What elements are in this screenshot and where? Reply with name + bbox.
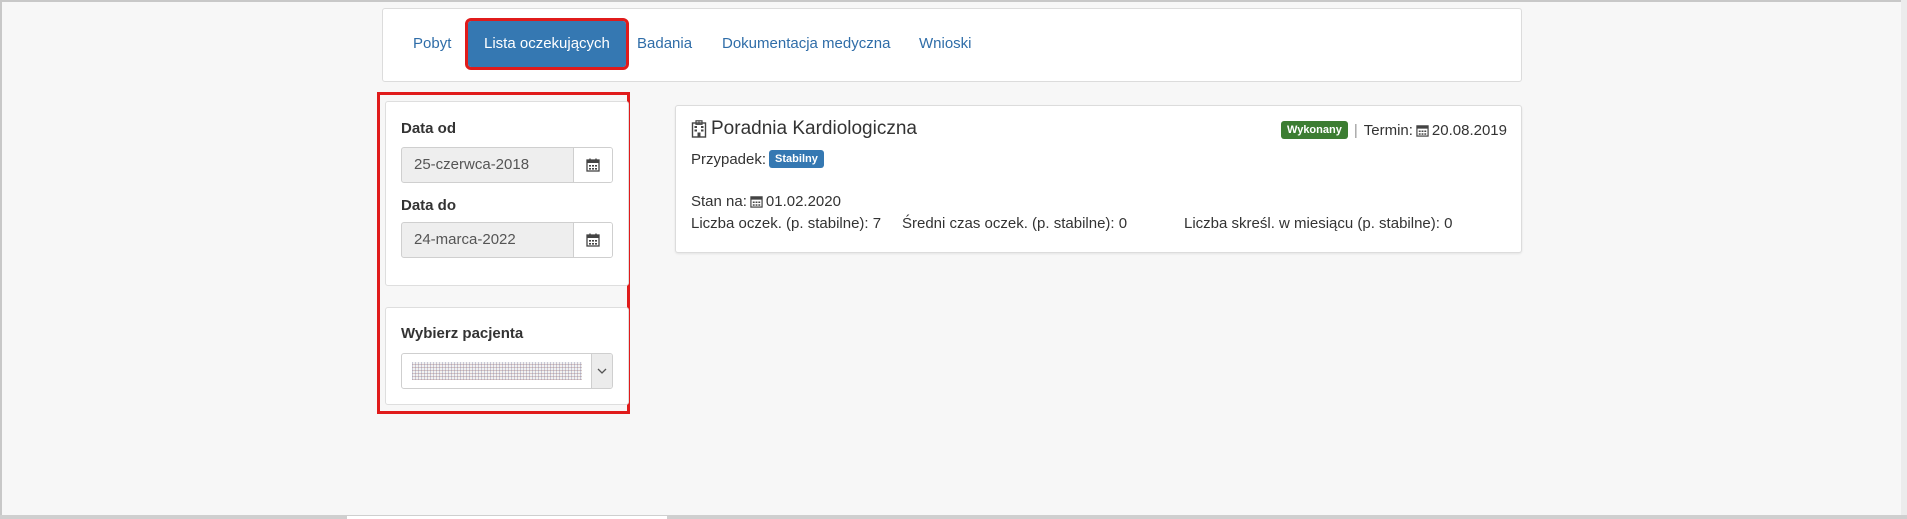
hospital-icon bbox=[691, 120, 707, 138]
case-info: Przypadek: Stabilny bbox=[691, 150, 824, 168]
calendar-icon bbox=[750, 195, 763, 208]
stan-label: Stan na: bbox=[691, 193, 747, 210]
frame-edge bbox=[1901, 0, 1907, 519]
chevron-down-icon[interactable] bbox=[591, 354, 612, 388]
calendar-icon[interactable] bbox=[573, 223, 612, 257]
stat-waiting-count: Liczba oczek. (p. stabilne): 7 bbox=[691, 215, 882, 232]
clinic-name: Poradnia Kardiologiczna bbox=[711, 118, 917, 139]
top-nav: Pobyt Lista oczekujących Badania Dokumen… bbox=[382, 8, 1522, 82]
obscured-patient-name bbox=[412, 362, 582, 380]
tab-dokumentacja-medyczna[interactable]: Dokumentacja medyczna bbox=[722, 21, 890, 67]
clinic-card: Poradnia Kardiologiczna Wykonany | Termi… bbox=[675, 105, 1522, 253]
clinic-title: Poradnia Kardiologiczna bbox=[691, 118, 917, 140]
date-to-value: 24-marca-2022 bbox=[414, 231, 516, 248]
patient-filter-card: Wybierz pacjenta bbox=[385, 307, 629, 405]
date-to-label: Data do bbox=[401, 197, 457, 214]
term-date: 20.08.2019 bbox=[1431, 121, 1507, 139]
calendar-icon[interactable] bbox=[573, 148, 612, 182]
tab-lista-oczekujacych[interactable]: Lista oczekujących bbox=[465, 18, 629, 70]
status-badge: Wykonany bbox=[1281, 121, 1348, 139]
term-info: Wykonany | Termin: 20.08.2019 bbox=[1281, 121, 1507, 139]
calendar-icon bbox=[1416, 124, 1429, 137]
date-to-field[interactable]: 24-marca-2022 bbox=[401, 222, 613, 258]
tab-pobyt[interactable]: Pobyt bbox=[413, 21, 451, 67]
date-from-value: 25-czerwca-2018 bbox=[414, 156, 530, 173]
date-from-label: Data od bbox=[401, 120, 457, 137]
case-label: Przypadek: bbox=[691, 150, 767, 168]
tab-badania[interactable]: Badania bbox=[637, 21, 692, 67]
date-filter-card: Data od 25-czerwca-2018 Data do 24-marca… bbox=[385, 101, 629, 286]
frame-bottom-edge bbox=[0, 515, 1907, 519]
case-badge: Stabilny bbox=[769, 150, 824, 168]
date-from-field[interactable]: 25-czerwca-2018 bbox=[401, 147, 613, 183]
stat-average-wait: Średni czas oczek. (p. stabilne): 0 bbox=[902, 215, 1128, 232]
stat-removed-monthly: Liczba skreśl. w miesiącu (p. stabilne):… bbox=[1184, 215, 1453, 232]
stan-info: Stan na: 01.02.2020 bbox=[691, 193, 841, 210]
stan-date: 01.02.2020 bbox=[765, 193, 841, 210]
term-label: Termin: bbox=[1363, 121, 1413, 139]
tab-wnioski[interactable]: Wnioski bbox=[919, 21, 972, 67]
separator: | bbox=[1353, 121, 1358, 139]
patient-select-label: Wybierz pacjenta bbox=[401, 325, 524, 342]
patient-select[interactable] bbox=[401, 353, 613, 389]
